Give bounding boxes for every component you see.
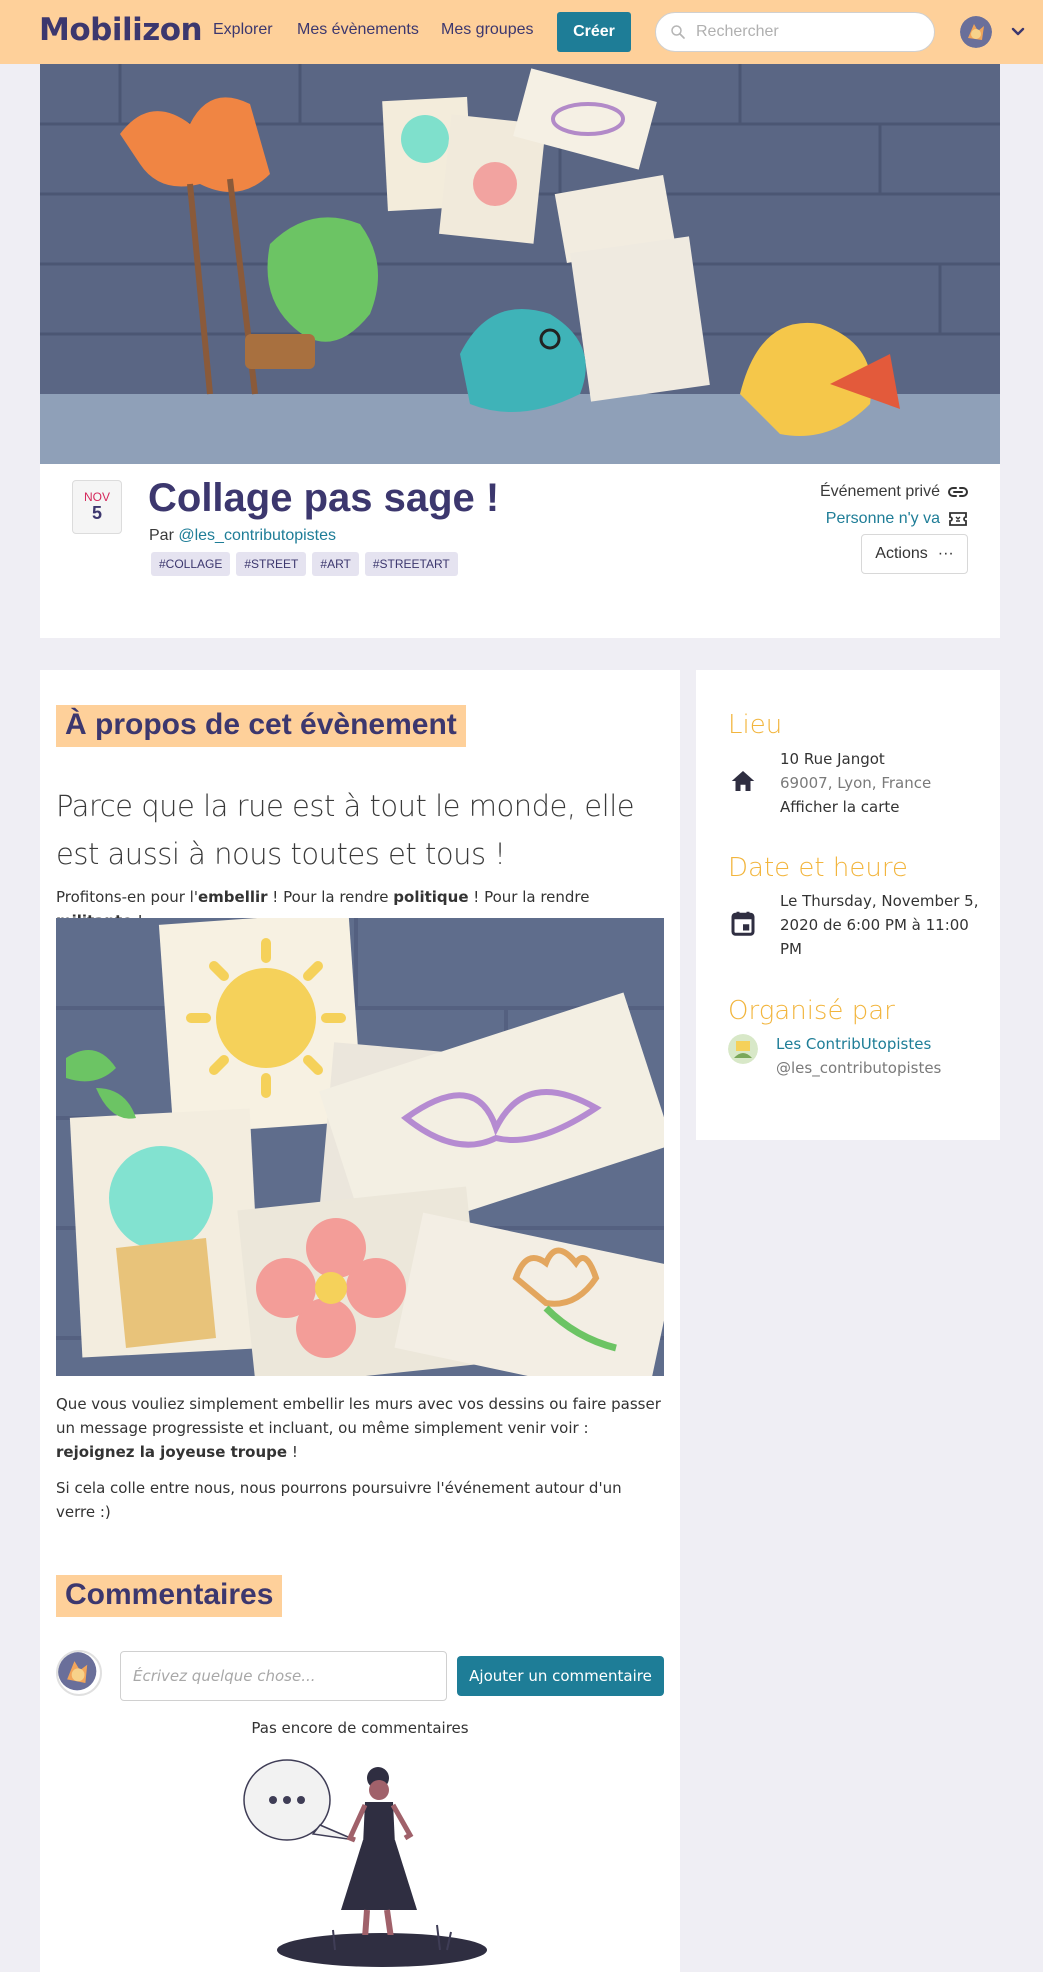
navbar: Mobilizon Explorer Mes évènements Mes gr… — [0, 0, 1043, 64]
event-title: Collage pas sage ! — [148, 476, 500, 520]
p2-part-a: Que vous vouliez simplement embellir les… — [56, 1395, 661, 1437]
no-comments-message: Pas encore de commentaires — [251, 1719, 469, 1737]
visibility-label: Événement privé — [819, 483, 940, 500]
ticket-icon — [949, 512, 967, 526]
p1-politique: politique — [393, 888, 469, 906]
organizer-name-link[interactable]: Les ContribUtopistes — [776, 1032, 976, 1056]
place-title: Lieu — [728, 710, 783, 740]
organizer-block: Les ContribUtopistes @les_contributopist… — [776, 1032, 976, 1080]
event-header-card: NOV 5 Collage pas sage ! Par @les_contri… — [40, 464, 1000, 638]
comment-input[interactable] — [120, 1651, 447, 1701]
nav-my-groups-link[interactable]: Mes groupes — [441, 21, 534, 39]
link-icon — [948, 487, 968, 497]
user-avatar[interactable] — [960, 16, 992, 48]
add-comment-button[interactable]: Ajouter un commentaire — [457, 1656, 664, 1696]
home-icon — [731, 771, 755, 791]
date-title: Date et heure — [728, 853, 908, 883]
p2-part-c: ! — [287, 1443, 298, 1461]
description-paragraph-2: Que vous vouliez simplement embellir les… — [56, 1392, 664, 1464]
address-city: 69007, Lyon, France — [780, 774, 932, 792]
mobilizon-logo[interactable]: Mobilizon — [39, 12, 203, 48]
event-date-month: NOV — [83, 490, 110, 504]
about-heading: À propos de cet évènement — [56, 705, 466, 747]
description-illustration — [56, 918, 664, 1376]
calendar-icon — [731, 911, 755, 936]
participation-status[interactable]: Personne n'y va — [826, 510, 968, 528]
nav-explore-link[interactable]: Explorer — [213, 21, 273, 39]
chevron-down-icon[interactable] — [1010, 24, 1026, 40]
comment-user-avatar — [56, 1650, 102, 1696]
organizer-avatar[interactable] — [728, 1034, 758, 1064]
actions-label: Actions — [875, 545, 928, 562]
description-paragraph-3: Si cela colle entre nous, nous pourrons … — [56, 1479, 622, 1521]
event-description-card: À propos de cet évènement Parce que la r… — [40, 670, 680, 1972]
organizer-link[interactable]: @les_contributopistes — [178, 527, 336, 544]
address-block: 10 Rue Jangot 69007, Lyon, France Affich… — [780, 747, 980, 819]
search-input[interactable] — [696, 21, 926, 43]
event-date-calendar: NOV 5 — [72, 480, 122, 534]
empty-comments-illustration — [243, 1759, 487, 1967]
p1-part-c: ! Pour la rendre — [267, 888, 394, 906]
nav-my-events-link[interactable]: Mes évènements — [297, 21, 419, 39]
event-tags: #COLLAGE #STREET #ART #STREETART — [151, 552, 458, 576]
tag-street[interactable]: #STREET — [236, 552, 307, 576]
event-date-day: 5 — [91, 503, 102, 523]
description-lead: Parce que la rue est à tout le monde, el… — [56, 789, 635, 871]
tag-streetart[interactable]: #STREETART — [364, 552, 458, 576]
participation-label[interactable]: Personne n'y va — [826, 510, 940, 528]
p1-embellir: embellir — [197, 888, 268, 906]
event-banner-image — [40, 64, 1000, 464]
event-date-time: Le Thursday, November 5, 2020 de 6:00 PM… — [780, 892, 979, 958]
show-map-link[interactable]: Afficher la carte — [780, 795, 980, 819]
comments-heading: Commentaires — [56, 1575, 283, 1617]
p1-part-e: ! Pour la rendre — [468, 888, 590, 906]
by-prefix: Par — [149, 527, 174, 544]
tag-collage[interactable]: #COLLAGE — [151, 552, 231, 576]
p1-part-a: Profitons-en pour l' — [56, 888, 198, 906]
create-button[interactable]: Créer — [557, 12, 631, 52]
event-organizer-line: Par @les_contributopistes — [149, 527, 336, 545]
search-box — [655, 12, 935, 52]
event-visibility: Événement privé — [820, 483, 968, 501]
more-dots-icon: ··· — [937, 545, 954, 562]
organizer-title: Organisé par — [728, 996, 895, 1026]
actions-button[interactable]: Actions ··· — [861, 534, 968, 574]
search-icon — [671, 25, 685, 39]
p2-join-troupe: rejoignez la joyeuse troupe — [56, 1443, 288, 1461]
organizer-handle: @les_contributopistes — [776, 1059, 942, 1077]
address-street: 10 Rue Jangot — [780, 750, 885, 768]
event-metadata-card: Lieu 10 Rue Jangot 69007, Lyon, France A… — [696, 670, 1000, 1140]
tag-art[interactable]: #ART — [312, 552, 359, 576]
